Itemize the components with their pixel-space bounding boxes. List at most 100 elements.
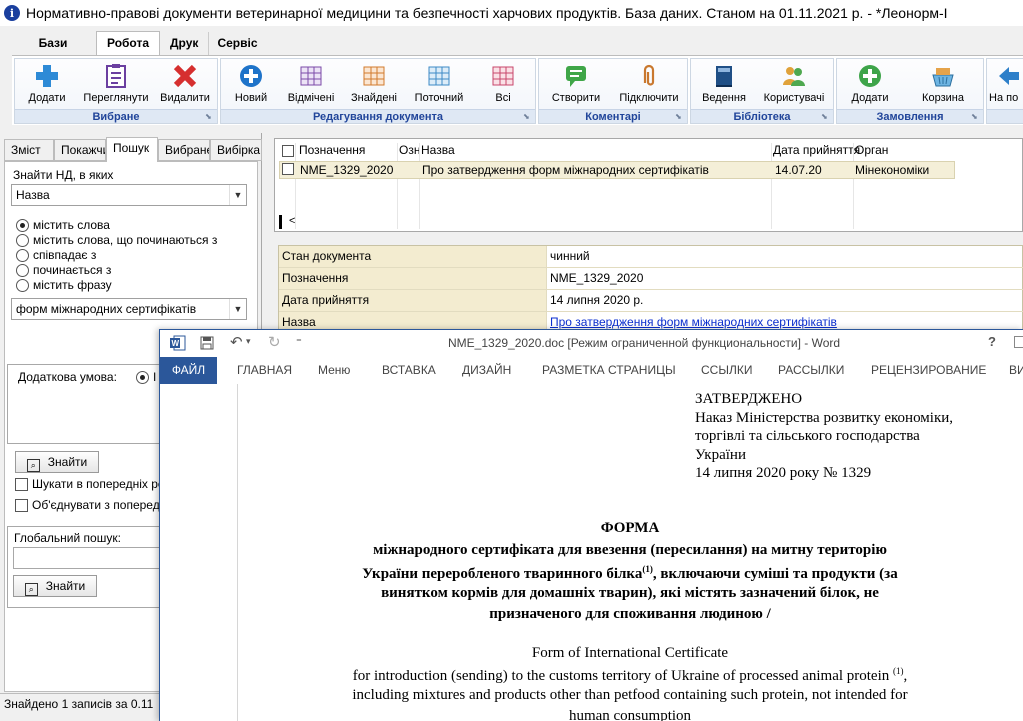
- dialog-launcher-icon[interactable]: ⬊: [205, 111, 215, 122]
- customize-toolbar-icon[interactable]: ⁼: [296, 335, 302, 348]
- approved-line: ЗАТВЕРДЖЕНО: [695, 391, 803, 407]
- radio-label: містить фразу: [33, 278, 112, 292]
- tab-selection[interactable]: Вибірка: [210, 139, 262, 161]
- column-header-mark[interactable]: Озн: [399, 143, 420, 159]
- undo-icon[interactable]: ↶: [230, 333, 243, 351]
- radio-contains-words[interactable]: [16, 219, 29, 232]
- column-header-date[interactable]: Дата прийняття: [773, 143, 860, 159]
- select-all-checkbox[interactable]: [282, 145, 294, 157]
- radio-starts-with[interactable]: [16, 264, 29, 277]
- undo-dropdown-icon[interactable]: ▾: [246, 336, 251, 347]
- word-tab-mailings[interactable]: РАССЫЛКИ: [778, 363, 844, 377]
- edit-found-button[interactable]: Знайдені: [345, 63, 403, 107]
- favorites-delete-button[interactable]: Видалити: [157, 63, 213, 107]
- save-icon[interactable]: [200, 336, 214, 350]
- word-tab-insert[interactable]: ВСТАВКА: [382, 363, 436, 377]
- global-find-button[interactable]: ⌕ Знайти: [13, 575, 97, 597]
- column-header-name[interactable]: Назва: [421, 143, 455, 159]
- page-margin: [160, 384, 238, 721]
- find-button[interactable]: ⌕ Знайти: [15, 451, 99, 473]
- radio-label: починається з: [33, 263, 112, 277]
- radio-matches[interactable]: [16, 249, 29, 262]
- scroll-thumb[interactable]: [279, 215, 282, 229]
- delete-x-icon: [173, 64, 197, 88]
- radio-contains-phrase[interactable]: [16, 279, 29, 292]
- column-header-organ[interactable]: Орган: [855, 143, 888, 159]
- approved-line: 14 липня 2020 року № 1329: [695, 465, 872, 481]
- word-tab-menu[interactable]: Меню: [318, 363, 350, 377]
- check-merge-previous[interactable]: [15, 499, 28, 512]
- orders-add-button[interactable]: Додати: [841, 63, 899, 107]
- orders-cart-button[interactable]: Корзина: [907, 63, 979, 107]
- comment-create-button[interactable]: Створити: [543, 63, 609, 107]
- tab-contents[interactable]: Зміст: [4, 139, 54, 161]
- edit-new-button[interactable]: Новий: [225, 63, 277, 107]
- doc-en-line: human consumption: [568, 708, 692, 721]
- field-select[interactable]: Назва ▼: [11, 184, 247, 206]
- radio-words-starting[interactable]: [16, 234, 29, 247]
- doc-title-line: України переробленого тваринного білка(1…: [362, 564, 898, 582]
- extra-button[interactable]: На по: [989, 63, 1023, 107]
- tab-databases[interactable]: Бази даних: [12, 32, 94, 72]
- tab-service[interactable]: Сервіс: [208, 32, 266, 56]
- chevron-down-icon: ▼: [229, 299, 246, 319]
- dialog-launcher-icon[interactable]: ⬊: [523, 111, 533, 122]
- all-grid-icon: [492, 66, 514, 86]
- app-info-icon[interactable]: i: [4, 5, 20, 21]
- title-bar: i Нормативно-правові документи ветеринар…: [0, 0, 1023, 26]
- cell-name: Про затвердження форм міжнародних сертиф…: [422, 163, 709, 177]
- approved-line: України: [695, 447, 746, 463]
- chevron-left-icon[interactable]: <: [289, 215, 295, 227]
- arrow-left-icon: [999, 67, 1019, 85]
- tab-favorites[interactable]: Вибране: [158, 139, 210, 161]
- word-tab-design[interactable]: ДИЗАЙН: [462, 363, 511, 377]
- group-library: Ведення Користувачі Бібліотека ⬊: [690, 58, 834, 124]
- doc-heading: ФОРМА: [600, 520, 660, 536]
- favorites-add-button[interactable]: Додати: [19, 63, 75, 107]
- word-tab-review[interactable]: РЕЦЕНЗИРОВАНИЕ: [871, 363, 986, 377]
- svg-text:W: W: [172, 339, 180, 348]
- tab-index[interactable]: Покажчи: [54, 139, 106, 161]
- comment-attach-button[interactable]: Підключити: [613, 63, 685, 107]
- library-manage-button[interactable]: Ведення: [695, 63, 753, 107]
- column-header-code[interactable]: Позначення: [299, 143, 365, 159]
- edit-marked-button[interactable]: Відмічені: [281, 63, 341, 107]
- restore-icon[interactable]: [1014, 336, 1023, 348]
- check-search-previous[interactable]: [15, 478, 28, 491]
- word-tab-references[interactable]: ССЫЛКИ: [701, 363, 752, 377]
- word-tab-layout[interactable]: РАЗМЕТКА СТРАНИЦЫ: [542, 363, 676, 377]
- found-grid-icon: [363, 66, 385, 86]
- tab-work[interactable]: Робота: [96, 31, 160, 57]
- check-label: Шукати в попередніх ре: [32, 477, 165, 491]
- paperclip-icon: [643, 64, 655, 86]
- query-select[interactable]: форм міжнародних сертифікатів ▼: [11, 298, 247, 320]
- library-users-button[interactable]: Користувачі: [757, 63, 831, 107]
- radio-and[interactable]: [136, 371, 149, 384]
- help-icon[interactable]: ?: [988, 334, 996, 349]
- dialog-launcher-icon[interactable]: ⬊: [675, 111, 685, 122]
- doc-en-line: Form of International Certificate: [531, 645, 729, 661]
- group-orders-title: Замовлення: [837, 109, 983, 123]
- marked-grid-icon: [300, 66, 322, 86]
- tab-search[interactable]: Пошук: [106, 137, 158, 162]
- word-tab-file[interactable]: ФАЙЛ: [160, 357, 217, 384]
- horizontal-scrollbar[interactable]: <: [279, 215, 1023, 231]
- radio-and-label: І: [153, 370, 157, 384]
- tab-print[interactable]: Друк: [162, 32, 206, 56]
- prop-row-status: Стан документа чинний: [279, 246, 1023, 268]
- dialog-launcher-icon[interactable]: ⬊: [821, 111, 831, 122]
- word-document-page: ЗАТВЕРДЖЕНО Наказ Міністерства розвитку …: [160, 384, 1023, 721]
- group-extra: На по: [986, 58, 1023, 124]
- group-favorites-title: Вибране: [15, 109, 217, 123]
- favorites-view-button[interactable]: Переглянути: [77, 63, 155, 107]
- edit-current-button[interactable]: Поточний: [407, 63, 471, 107]
- global-search-label: Глобальний пошук:: [14, 531, 121, 545]
- ribbon-tabs: Бази даних Робота Друк Сервіс: [0, 26, 1023, 72]
- word-tab-view[interactable]: ВИ: [1009, 363, 1023, 377]
- redo-icon[interactable]: ↻: [268, 333, 281, 351]
- edit-all-button[interactable]: Всі: [477, 63, 529, 107]
- dialog-launcher-icon[interactable]: ⬊: [971, 111, 981, 122]
- word-tab-home[interactable]: ГЛАВНАЯ: [237, 363, 292, 377]
- radio-label: містить слова: [33, 218, 110, 232]
- row-checkbox[interactable]: [282, 163, 294, 175]
